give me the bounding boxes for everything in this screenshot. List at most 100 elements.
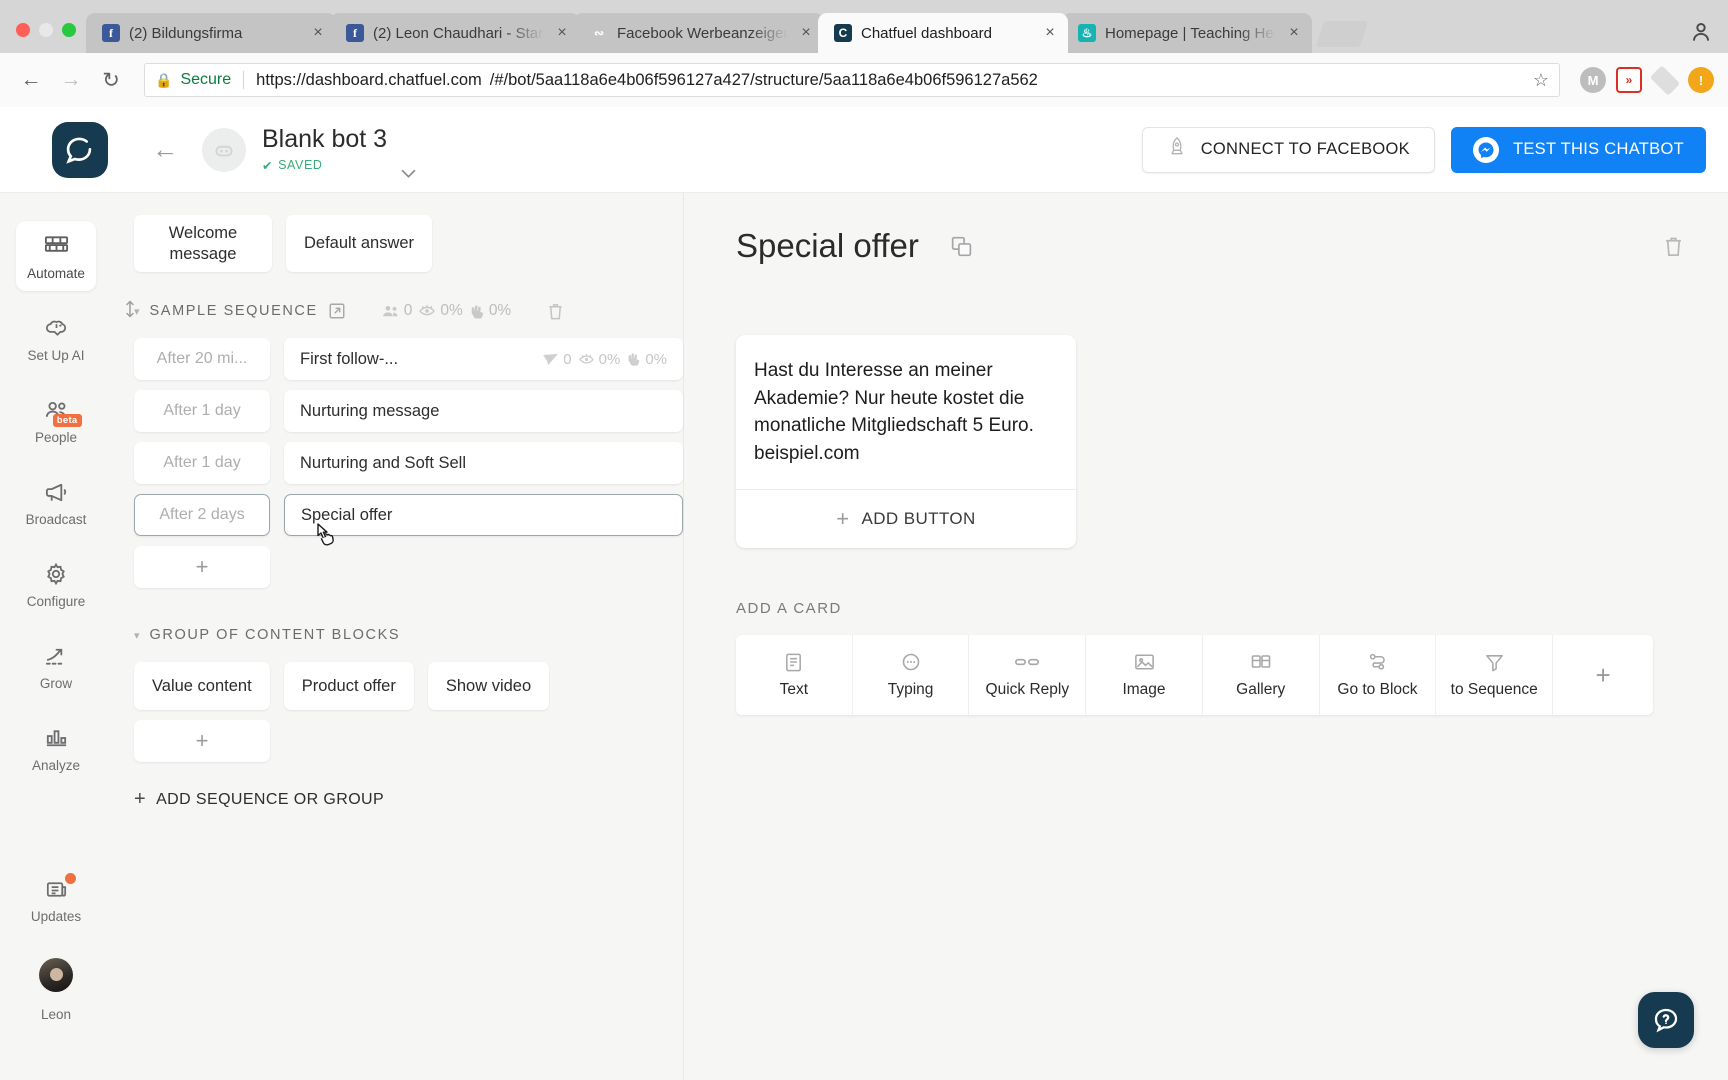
new-tab-button[interactable] bbox=[1315, 21, 1369, 47]
add-block-button[interactable]: + bbox=[134, 720, 270, 763]
sequence-row-1[interactable]: After 1 day Nurturing message bbox=[134, 390, 683, 433]
browser-tab-0[interactable]: f (2) Bildungsfirma × bbox=[86, 13, 336, 53]
sequence-block[interactable]: Special offer bbox=[284, 494, 683, 537]
sequence-block[interactable]: Nurturing and Soft Sell bbox=[284, 442, 683, 485]
beta-badge: beta bbox=[52, 414, 82, 427]
sidebar-item-configure[interactable]: Configure bbox=[16, 549, 96, 619]
sidebar-item-grow[interactable]: Grow bbox=[16, 631, 96, 701]
drag-handle-icon[interactable] bbox=[124, 299, 136, 323]
extension-icon-diamond[interactable] bbox=[1649, 64, 1681, 96]
add-sequence-or-group-button[interactable]: + ADD SEQUENCE OR GROUP bbox=[134, 788, 683, 811]
sequence-block-label: First follow-... bbox=[300, 349, 399, 368]
sequence-delay[interactable]: After 1 day bbox=[134, 390, 270, 433]
message-text[interactable]: Hast du Interesse an meiner Akademie? Nu… bbox=[736, 335, 1076, 489]
text-card[interactable]: Hast du Interesse an meiner Akademie? Nu… bbox=[736, 335, 1076, 549]
extension-icon-m[interactable]: M bbox=[1580, 67, 1606, 93]
connect-to-facebook-button[interactable]: CONNECT TO FACEBOOK bbox=[1141, 126, 1435, 173]
close-icon[interactable]: × bbox=[553, 24, 571, 42]
stat-value: 0% bbox=[488, 302, 512, 320]
address-bar[interactable]: 🔒 Secure https://dashboard.chatfuel.com /… bbox=[144, 63, 1560, 97]
card-palette: Text Typing Quick Reply Image Gallery Go… bbox=[736, 635, 1653, 716]
sidebar-item-updates[interactable]: Updates bbox=[16, 864, 96, 934]
default-blocks-row: Welcome message Default answer bbox=[134, 215, 683, 273]
sequence-row-2[interactable]: After 1 day Nurturing and Soft Sell bbox=[134, 442, 683, 485]
palette-item-typing[interactable]: Typing bbox=[853, 635, 970, 716]
profile-icon[interactable] bbox=[1688, 19, 1714, 45]
block-welcome-message[interactable]: Welcome message bbox=[134, 215, 272, 273]
group-title[interactable]: GROUP OF CONTENT BLOCKS bbox=[150, 627, 401, 643]
sequence-delay[interactable]: After 1 day bbox=[134, 442, 270, 485]
sidebar-item-set-up-ai[interactable]: Set Up AI bbox=[16, 303, 96, 373]
forward-button[interactable]: → bbox=[54, 63, 88, 97]
plus-icon: + bbox=[836, 506, 850, 532]
tab-title: Facebook Werbeanzeigen Mei bbox=[617, 24, 788, 42]
reload-button[interactable]: ↻ bbox=[94, 63, 128, 97]
close-icon[interactable]: × bbox=[309, 24, 327, 42]
sequence-row-0[interactable]: After 20 mi... First follow-... 0 0% 0% bbox=[134, 338, 683, 381]
browser-tab-4[interactable]: ♨ Homepage | Teaching Hero Co × bbox=[1062, 13, 1312, 53]
sidebar-label: People bbox=[34, 430, 78, 445]
sidebar-item-analyze[interactable]: Analyze bbox=[16, 713, 96, 783]
browser-toolbar: ← → ↻ 🔒 Secure https://dashboard.chatfue… bbox=[0, 53, 1728, 107]
app-body: Automate Set Up AI beta People Broadcast… bbox=[0, 193, 1728, 1080]
sequence-title[interactable]: SAMPLE SEQUENCE bbox=[150, 303, 318, 319]
browser-tab-1[interactable]: f (2) Leon Chaudhari - Startseite × bbox=[330, 13, 580, 53]
add-sequence-step-button[interactable]: + bbox=[134, 546, 270, 589]
palette-item-gallery[interactable]: Gallery bbox=[1203, 635, 1320, 716]
sequence-delay[interactable]: After 2 days bbox=[134, 494, 270, 537]
help-button[interactable] bbox=[1638, 992, 1694, 1048]
sequence-stats: 0 0% 0% bbox=[382, 302, 511, 320]
external-link-icon[interactable] bbox=[328, 302, 346, 320]
block-value-content[interactable]: Value content bbox=[134, 662, 270, 711]
palette-item-go-to-block[interactable]: Go to Block bbox=[1320, 635, 1437, 716]
browser-tab-3[interactable]: C Chatfuel dashboard × bbox=[818, 13, 1068, 53]
user-name: Leon bbox=[40, 1007, 72, 1022]
close-window-button[interactable] bbox=[16, 23, 30, 37]
maximize-window-button[interactable] bbox=[62, 23, 76, 37]
app-header: ← Blank bot 3 ✔ SAVED CONNECT TO FACEBOO… bbox=[0, 107, 1728, 193]
block-detail-panel: Special offer Hast du Interesse an meine… bbox=[684, 193, 1728, 1080]
sequence-delay[interactable]: After 20 mi... bbox=[134, 338, 270, 381]
sequence-row-3-selected[interactable]: After 2 days Special offer bbox=[134, 494, 683, 537]
sidebar-item-automate[interactable]: Automate bbox=[16, 221, 96, 291]
palette-item-quick-reply[interactable]: Quick Reply bbox=[969, 635, 1087, 716]
sequence-block[interactable]: First follow-... 0 0% 0% bbox=[284, 338, 683, 381]
block-show-video[interactable]: Show video bbox=[427, 662, 550, 711]
back-button[interactable]: ← bbox=[14, 63, 48, 97]
close-icon[interactable]: × bbox=[797, 24, 815, 42]
chatfuel-logo[interactable] bbox=[52, 121, 108, 178]
chatfuel-dashboard: ← Blank bot 3 ✔ SAVED CONNECT TO FACEBOO… bbox=[0, 107, 1728, 1080]
extension-icon-fastforward[interactable]: » bbox=[1616, 67, 1642, 93]
bookmark-star-icon[interactable]: ☆ bbox=[1533, 70, 1549, 91]
block-default-answer[interactable]: Default answer bbox=[286, 215, 433, 273]
duplicate-icon[interactable] bbox=[949, 234, 974, 259]
palette-item-image[interactable]: Image bbox=[1086, 635, 1203, 716]
sequence-header: ▾ SAMPLE SEQUENCE 0 0% 0% bbox=[126, 298, 683, 324]
sidebar-item-broadcast[interactable]: Broadcast bbox=[16, 467, 96, 537]
facebook-icon: f bbox=[346, 24, 364, 42]
rocket-icon bbox=[1167, 136, 1187, 163]
test-this-chatbot-button[interactable]: TEST THIS CHATBOT bbox=[1450, 126, 1706, 173]
window-traffic-lights[interactable] bbox=[10, 23, 86, 53]
close-icon[interactable]: × bbox=[1285, 24, 1303, 42]
app-back-button[interactable]: ← bbox=[150, 134, 180, 165]
sidebar-item-user[interactable]: Leon bbox=[16, 946, 96, 1032]
palette-add-more-button[interactable]: + bbox=[1553, 635, 1653, 715]
delete-sequence-icon[interactable] bbox=[547, 302, 564, 321]
block-product-offer[interactable]: Product offer bbox=[283, 662, 414, 711]
extension-icon-alert[interactable]: ! bbox=[1688, 67, 1714, 93]
palette-item-to-sequence[interactable]: to Sequence bbox=[1436, 635, 1554, 716]
sequence-block[interactable]: Nurturing message bbox=[284, 390, 683, 433]
delete-block-icon[interactable] bbox=[1663, 235, 1684, 258]
close-icon[interactable]: × bbox=[1041, 24, 1059, 42]
palette-label: Image bbox=[1122, 681, 1166, 699]
sidebar-item-people[interactable]: beta People bbox=[16, 385, 96, 455]
page-title[interactable]: Special offer bbox=[736, 227, 919, 265]
collapse-caret-icon[interactable]: ▾ bbox=[134, 629, 140, 642]
browser-tab-2[interactable]: ∾ Facebook Werbeanzeigen Mei × bbox=[574, 13, 824, 53]
wave-icon: ∾ bbox=[593, 26, 605, 40]
chevron-down-icon[interactable] bbox=[401, 165, 416, 192]
palette-item-text[interactable]: Text bbox=[736, 635, 853, 716]
add-button-action[interactable]: + ADD BUTTON bbox=[736, 490, 1076, 548]
minimize-window-button[interactable] bbox=[39, 23, 53, 37]
